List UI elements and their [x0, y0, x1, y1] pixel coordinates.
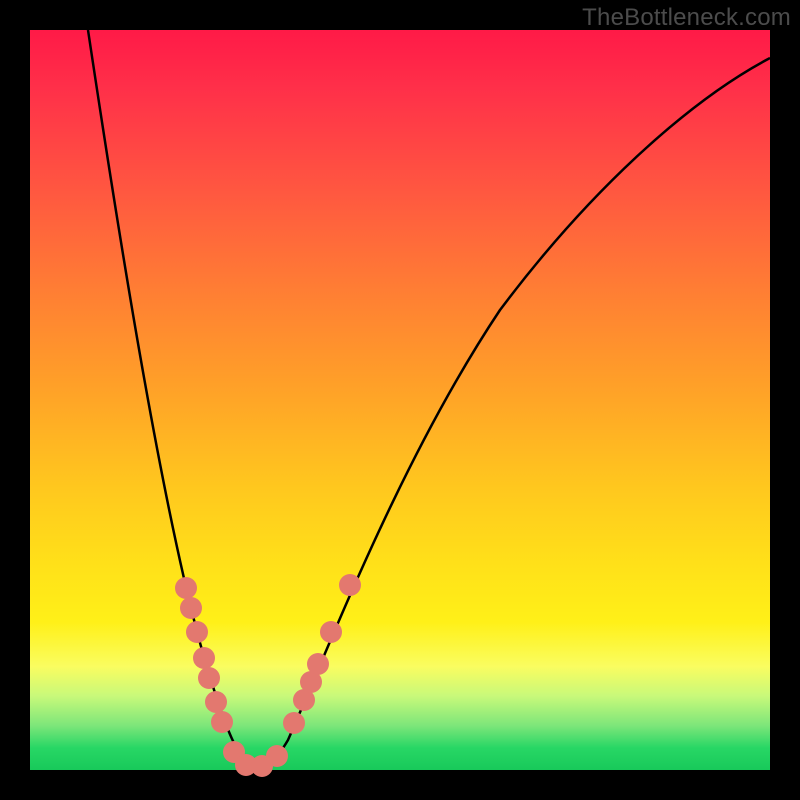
- chart-frame: TheBottleneck.com: [0, 0, 800, 800]
- highlight-dot: [205, 691, 227, 713]
- highlight-dot: [180, 597, 202, 619]
- highlight-dot: [175, 577, 197, 599]
- highlight-dot: [283, 712, 305, 734]
- watermark-text: TheBottleneck.com: [582, 4, 791, 32]
- highlight-dot: [198, 667, 220, 689]
- highlight-dot: [320, 621, 342, 643]
- highlight-dot: [211, 711, 233, 733]
- highlight-dot: [193, 647, 215, 669]
- highlight-dot: [186, 621, 208, 643]
- chart-plot-area: [30, 30, 770, 770]
- highlight-dot: [307, 653, 329, 675]
- marker-group: [175, 574, 361, 777]
- highlight-dot: [339, 574, 361, 596]
- bottleneck-curve: [88, 30, 770, 767]
- chart-svg: [30, 30, 770, 770]
- highlight-dot: [266, 745, 288, 767]
